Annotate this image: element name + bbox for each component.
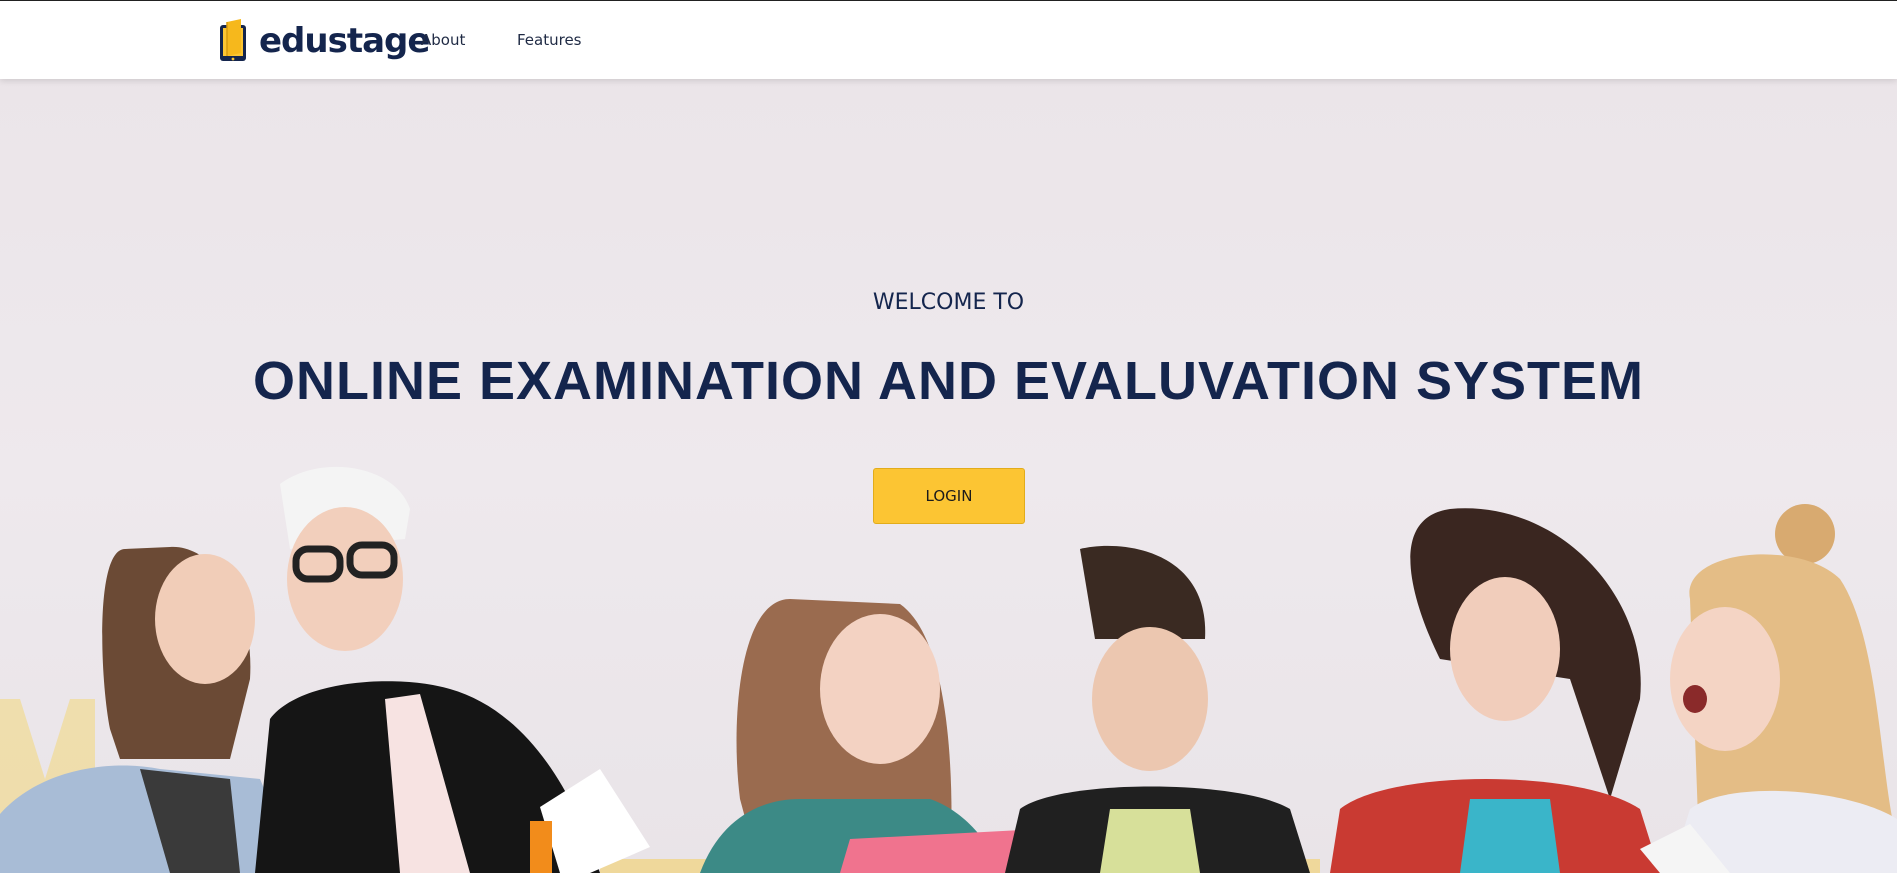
nav-link-features[interactable]: Features bbox=[517, 31, 582, 49]
hero-headline: ONLINE EXAMINATION AND EVALUVATION SYSTE… bbox=[252, 351, 1645, 411]
book-tablet-icon bbox=[220, 19, 246, 61]
nav-link-about[interactable]: About bbox=[421, 31, 465, 49]
top-navbar: edustage About Features bbox=[0, 1, 1897, 79]
logo-text: edustage bbox=[259, 21, 430, 61]
site-logo[interactable]: edustage bbox=[219, 19, 430, 63]
login-button[interactable]: LOGIN bbox=[873, 468, 1025, 524]
welcome-text: WELCOME TO bbox=[872, 290, 1025, 315]
